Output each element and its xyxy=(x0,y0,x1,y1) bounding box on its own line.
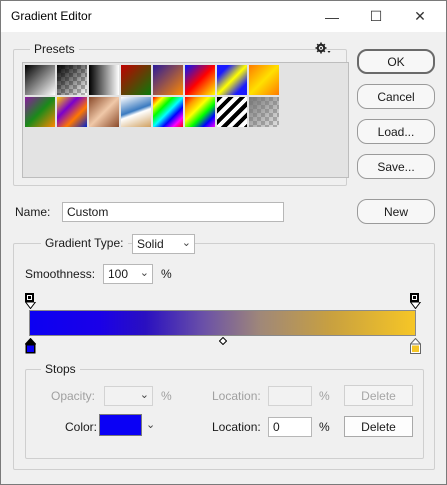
color-location-input[interactable]: 0 xyxy=(268,417,312,437)
chevron-down-icon: ⌄ xyxy=(139,389,149,401)
opacity-stop-right[interactable] xyxy=(410,293,419,302)
close-button[interactable]: ✕ xyxy=(397,1,443,32)
preset-swatch-orange-yellow-orange[interactable] xyxy=(249,65,279,95)
midpoint-diamond[interactable] xyxy=(219,337,227,345)
ok-button[interactable]: OK xyxy=(357,49,435,74)
stops-group xyxy=(25,369,424,459)
opacity-label: Opacity: xyxy=(51,389,96,403)
preset-swatch-blue-red-yellow[interactable] xyxy=(185,65,215,95)
load-button[interactable]: Load... xyxy=(357,119,435,144)
gradient-type-select[interactable]: Solid ⌄ xyxy=(132,234,195,254)
preset-swatch-neutral-density[interactable] xyxy=(249,97,279,127)
name-label: Name: xyxy=(15,205,51,219)
title-bar[interactable]: Gradient Editor — ☐ ✕ xyxy=(1,1,446,32)
preset-swatch-blue-yellow-blue[interactable] xyxy=(217,65,247,95)
presets-swatch-area xyxy=(22,62,349,178)
opacity-location-unit: % xyxy=(319,389,330,403)
opacity-stop-left[interactable] xyxy=(25,293,34,302)
preset-swatch-spectrum[interactable] xyxy=(153,97,183,127)
maximize-icon: ☐ xyxy=(369,8,383,24)
presets-label: Presets xyxy=(30,42,79,56)
smoothness-unit: % xyxy=(161,267,172,281)
gradient-type-label: Gradient Type: xyxy=(41,236,128,250)
preset-swatch-transparent-rainbow[interactable] xyxy=(185,97,215,127)
preset-swatch-chrome[interactable] xyxy=(121,97,151,127)
opacity-select[interactable]: ⌄ xyxy=(104,386,153,406)
opacity-delete-button[interactable]: Delete xyxy=(344,385,413,406)
name-input[interactable]: Custom xyxy=(62,202,284,222)
opacity-location-label: Location: xyxy=(212,389,261,403)
smoothness-label: Smoothness: xyxy=(25,267,96,281)
opacity-stop-right-pointer xyxy=(410,302,421,309)
preset-swatch-yellow-violet-orange-blue[interactable] xyxy=(57,97,87,127)
minimize-icon: — xyxy=(325,8,339,25)
smoothness-value: 100 xyxy=(108,267,129,281)
color-stop-right[interactable] xyxy=(410,338,421,354)
window-title: Gradient Editor xyxy=(11,9,92,23)
minimize-button[interactable]: — xyxy=(309,1,355,32)
color-stop-left[interactable] xyxy=(25,338,36,354)
cancel-button[interactable]: Cancel xyxy=(357,84,435,109)
color-location-unit: % xyxy=(319,420,330,434)
chevron-down-icon: ⌄ xyxy=(139,267,149,279)
close-icon: ✕ xyxy=(414,8,426,24)
gradient-type-value: Solid xyxy=(137,237,164,251)
color-location-label: Location: xyxy=(212,420,261,434)
preset-swatch-foreground-to-transparent[interactable] xyxy=(57,65,87,95)
stops-label: Stops xyxy=(41,362,80,376)
chevron-down-icon: ⌄ xyxy=(181,237,191,249)
preset-swatch-transparent-stripes[interactable] xyxy=(217,97,247,127)
chevron-down-icon[interactable]: ⌄ xyxy=(146,418,155,431)
preset-swatch-foreground-to-background[interactable] xyxy=(25,65,55,95)
color-label: Color: xyxy=(65,420,98,434)
maximize-button[interactable]: ☐ xyxy=(353,1,399,32)
gradient-editor-window: Gradient Editor — ☐ ✕ Presets OK Cancel xyxy=(0,0,447,485)
preset-swatch-violet-orange[interactable] xyxy=(153,65,183,95)
smoothness-select[interactable]: 100 ⌄ xyxy=(103,264,153,284)
color-delete-button[interactable]: Delete xyxy=(344,416,413,437)
color-swatch[interactable] xyxy=(99,414,142,436)
preset-swatch-black-white[interactable] xyxy=(89,65,119,95)
opacity-unit: % xyxy=(161,389,172,403)
save-button[interactable]: Save... xyxy=(357,154,435,179)
gradient-preview-bar[interactable] xyxy=(29,310,416,336)
preset-swatch-violet-green-orange[interactable] xyxy=(25,97,55,127)
opacity-stop-left-pointer xyxy=(25,302,36,309)
new-button[interactable]: New xyxy=(357,199,435,224)
preset-swatch-red-green[interactable] xyxy=(121,65,151,95)
gear-icon[interactable] xyxy=(315,42,331,56)
opacity-location-input[interactable] xyxy=(268,386,312,406)
preset-swatch-copper[interactable] xyxy=(89,97,119,127)
